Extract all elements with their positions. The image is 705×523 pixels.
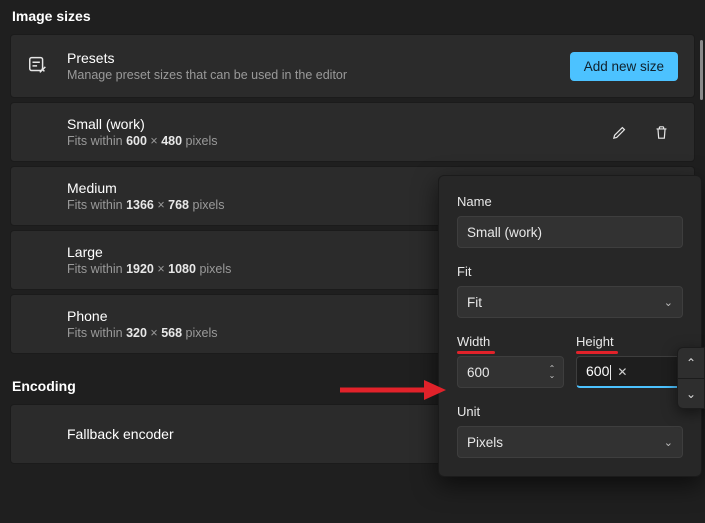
nav-down-button[interactable]: ⌄ — [678, 378, 704, 408]
size-desc: Fits within 600 × 480 pixels — [67, 134, 602, 148]
nav-up-button[interactable]: ⌃ — [678, 348, 704, 378]
name-label: Name — [457, 194, 683, 209]
edit-size-popup: Name Fit Fit ⌄ Width 600 ⌃ ⌄ Height — [438, 175, 702, 477]
name-input[interactable] — [457, 216, 683, 248]
size-name: Small (work) — [67, 116, 602, 132]
presets-title: Presets — [67, 50, 570, 66]
nav-pill: ⌃ ⌄ — [677, 347, 705, 409]
scrollbar[interactable] — [700, 40, 703, 100]
add-new-size-button[interactable]: Add new size — [570, 52, 678, 81]
size-row-small[interactable]: Small (work) Fits within 600 × 480 pixel… — [10, 102, 695, 162]
clear-icon[interactable]: ✕ — [611, 361, 633, 383]
height-label: Height — [576, 334, 683, 349]
chevron-down-icon: ⌄ — [664, 436, 673, 449]
section-heading-image-sizes: Image sizes — [12, 8, 695, 24]
width-input[interactable]: 600 ⌃ ⌄ — [457, 356, 564, 388]
spinner-handles[interactable]: ⌃ ⌄ — [545, 365, 559, 379]
chevron-down-icon: ⌄ — [664, 296, 673, 309]
fit-select[interactable]: Fit ⌄ — [457, 286, 683, 318]
presets-subtitle: Manage preset sizes that can be used in … — [67, 68, 570, 82]
height-value: 600 — [586, 363, 611, 380]
presets-card: Presets Manage preset sizes that can be … — [10, 34, 695, 98]
presets-icon — [27, 54, 49, 79]
unit-value: Pixels — [467, 435, 503, 450]
delete-button[interactable] — [644, 115, 678, 149]
chevron-down-icon: ⌄ — [686, 387, 696, 401]
width-label: Width — [457, 334, 564, 349]
fit-label: Fit — [457, 264, 683, 279]
edit-button[interactable] — [602, 115, 636, 149]
unit-select[interactable]: Pixels ⌄ — [457, 426, 683, 458]
unit-label: Unit — [457, 404, 683, 419]
width-value: 600 — [467, 365, 545, 380]
chevron-up-icon: ⌃ — [686, 356, 696, 370]
fit-value: Fit — [467, 295, 482, 310]
height-input[interactable]: 600 ✕ — [576, 356, 683, 388]
chevron-down-icon: ⌄ — [549, 372, 556, 379]
